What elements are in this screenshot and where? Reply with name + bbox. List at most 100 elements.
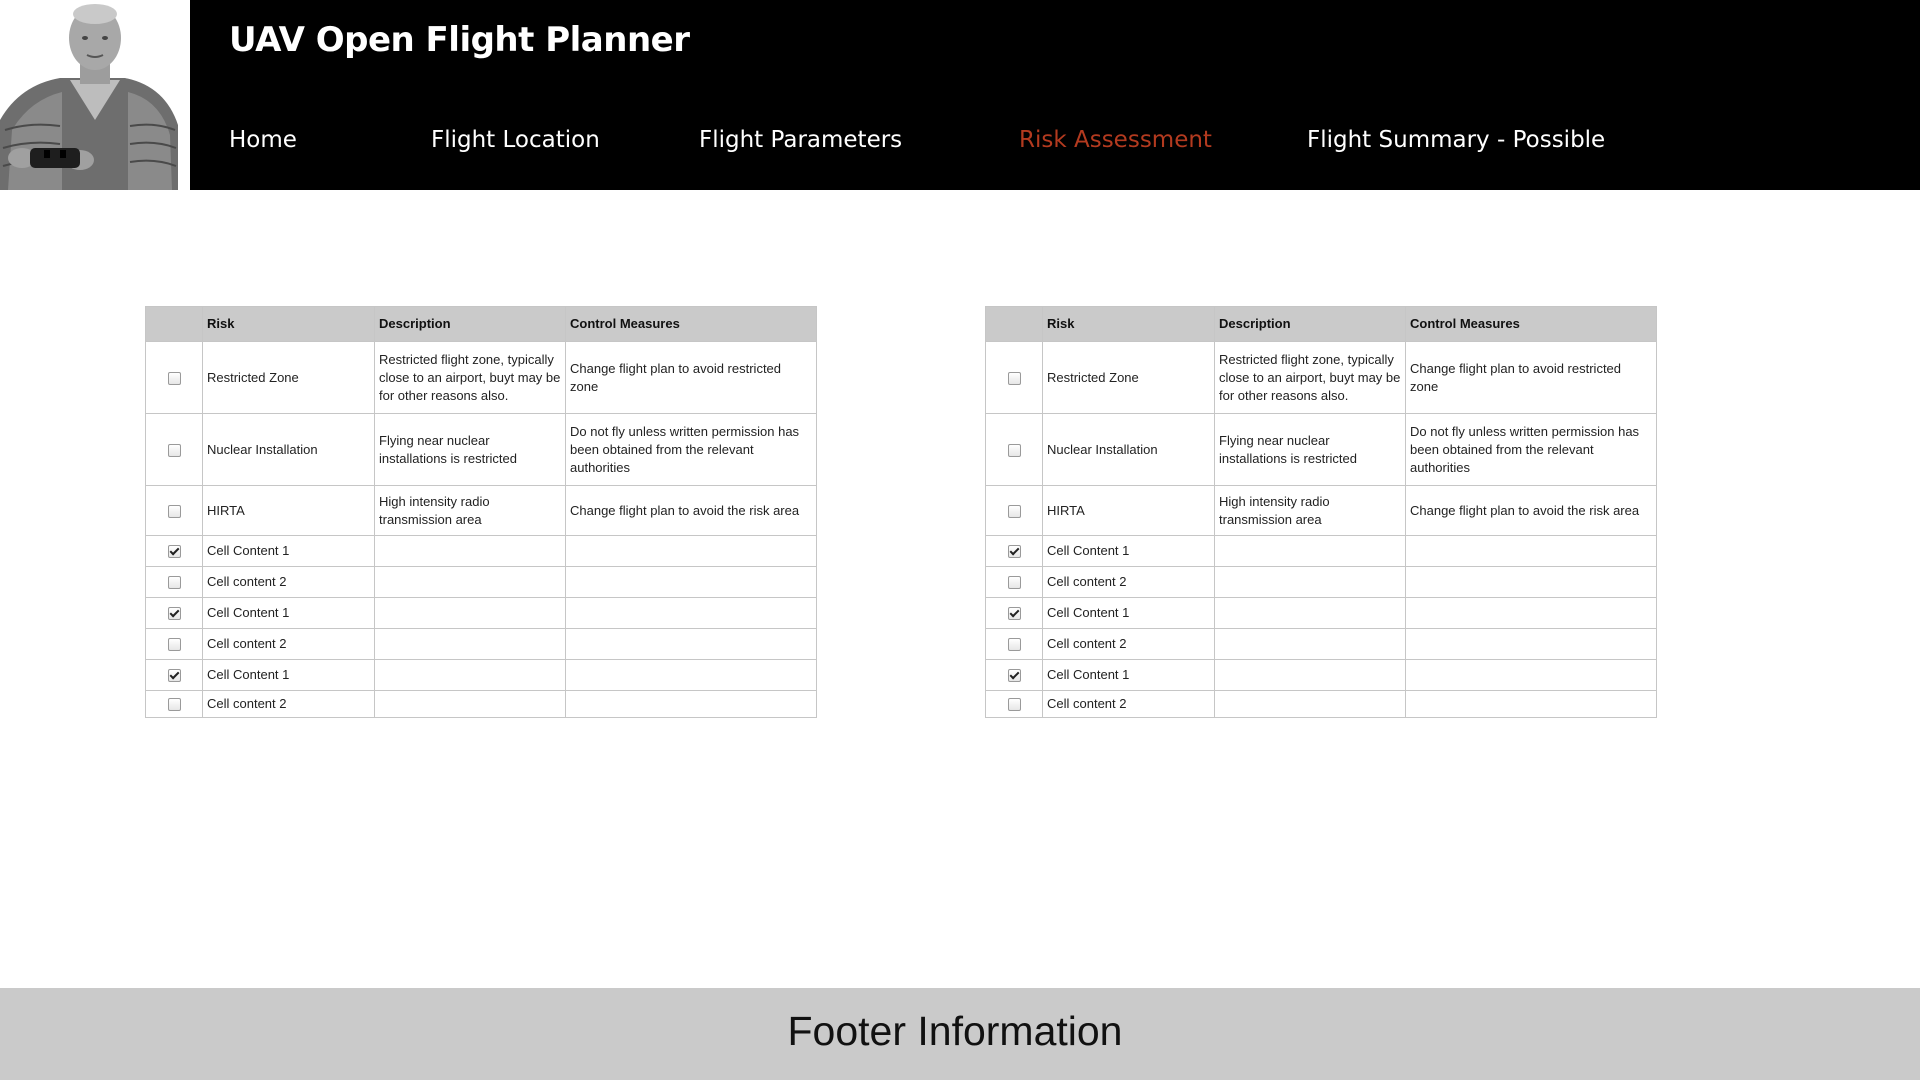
control-measures-cell: Do not fly unless written permission has…: [565, 413, 817, 486]
risk-cell: Cell Content 1: [1042, 659, 1215, 691]
table-row: Cell content 2: [985, 690, 1657, 718]
control-measures-cell: [1405, 659, 1657, 691]
table-row: Cell content 2: [985, 628, 1657, 660]
description-cell: [374, 690, 566, 718]
control-measures-cell: Change flight plan to avoid restricted z…: [1405, 341, 1657, 414]
control-measures-cell: [565, 659, 817, 691]
risk-table-right: Risk Description Control Measures Restri…: [985, 306, 1657, 718]
row-checkbox[interactable]: [167, 371, 181, 385]
risk-cell: Restricted Zone: [202, 341, 375, 414]
table-row: Restricted Zone Restricted flight zone, …: [985, 341, 1657, 414]
description-cell: High intensity radio transmission area: [374, 485, 566, 536]
table-row: HIRTA High intensity radio transmission …: [145, 485, 817, 536]
table-header-row: Risk Description Control Measures: [145, 306, 817, 342]
footer-text: Footer Information: [787, 1008, 1123, 1054]
table-row: Nuclear Installation Flying near nuclear…: [145, 413, 817, 486]
control-measures-column-header: Control Measures: [565, 306, 817, 342]
control-measures-cell: [565, 597, 817, 629]
control-measures-cell: [565, 690, 817, 718]
description-cell: High intensity radio transmission area: [1214, 485, 1406, 536]
nav-home[interactable]: Home: [229, 124, 297, 156]
page: UAV Open Flight Planner Home Flight Loca…: [0, 0, 1920, 1080]
row-checkbox[interactable]: [1007, 576, 1021, 590]
description-cell: [1214, 690, 1406, 718]
select-column-header: [985, 306, 1043, 342]
risk-cell: Nuclear Installation: [202, 413, 375, 486]
description-cell: [1214, 566, 1406, 598]
risk-cell: Cell Content 1: [1042, 535, 1215, 567]
risk-cell: Cell content 2: [202, 628, 375, 660]
control-measures-cell: [1405, 628, 1657, 660]
row-checkbox[interactable]: [167, 669, 181, 683]
row-checkbox[interactable]: [1007, 371, 1021, 385]
description-cell: [1214, 535, 1406, 567]
control-measures-cell: Change flight plan to avoid the risk are…: [565, 485, 817, 536]
table-row: Cell Content 1: [145, 659, 817, 691]
site-header: UAV Open Flight Planner Home Flight Loca…: [0, 0, 1920, 190]
table-row: HIRTA High intensity radio transmission …: [985, 485, 1657, 536]
row-checkbox[interactable]: [1007, 504, 1021, 518]
control-measures-cell: [1405, 597, 1657, 629]
control-measures-cell: [565, 535, 817, 567]
control-measures-cell: [565, 628, 817, 660]
description-cell: [374, 659, 566, 691]
row-checkbox[interactable]: [167, 545, 181, 559]
nav-risk-assessment[interactable]: Risk Assessment: [1019, 124, 1212, 156]
site-title: UAV Open Flight Planner: [229, 20, 690, 60]
table-row: Cell Content 1: [145, 597, 817, 629]
table-row: Cell content 2: [145, 566, 817, 598]
row-checkbox[interactable]: [1007, 545, 1021, 559]
select-column-header: [145, 306, 203, 342]
row-checkbox[interactable]: [167, 576, 181, 590]
risk-cell: Cell content 2: [1042, 690, 1215, 718]
risk-table-left: Risk Description Control Measures Restri…: [145, 306, 817, 718]
risk-cell: Cell content 2: [1042, 628, 1215, 660]
row-checkbox[interactable]: [1007, 638, 1021, 652]
description-cell: [374, 535, 566, 567]
description-cell: Restricted flight zone, typically close …: [374, 341, 566, 414]
table-row: Cell content 2: [145, 690, 817, 718]
row-checkbox[interactable]: [1007, 443, 1021, 457]
description-column-header: Description: [1214, 306, 1406, 342]
description-cell: [374, 566, 566, 598]
description-cell: [1214, 597, 1406, 629]
row-checkbox[interactable]: [167, 698, 181, 712]
row-checkbox[interactable]: [167, 443, 181, 457]
description-cell: [374, 628, 566, 660]
control-measures-cell: [1405, 690, 1657, 718]
risk-cell: Cell Content 1: [1042, 597, 1215, 629]
nav-flight-summary[interactable]: Flight Summary - Possible: [1307, 124, 1605, 156]
row-checkbox[interactable]: [1007, 698, 1021, 712]
risk-cell: Cell Content 1: [202, 597, 375, 629]
description-cell: [374, 597, 566, 629]
control-measures-cell: Change flight plan to avoid the risk are…: [1405, 485, 1657, 536]
row-checkbox[interactable]: [167, 504, 181, 518]
risk-cell: Cell Content 1: [202, 535, 375, 567]
table-row: Cell content 2: [985, 566, 1657, 598]
control-measures-cell: [1405, 566, 1657, 598]
pilot-photo: [0, 0, 190, 190]
description-cell: Flying near nuclear installations is res…: [1214, 413, 1406, 486]
nav-flight-parameters[interactable]: Flight Parameters: [699, 124, 902, 156]
row-checkbox[interactable]: [167, 607, 181, 621]
risk-cell: Cell content 2: [1042, 566, 1215, 598]
risk-cell: Nuclear Installation: [1042, 413, 1215, 486]
risk-cell: Cell content 2: [202, 690, 375, 718]
pilot-photo-image: [0, 0, 190, 190]
row-checkbox[interactable]: [1007, 669, 1021, 683]
row-checkbox[interactable]: [1007, 607, 1021, 621]
description-cell: [1214, 628, 1406, 660]
control-measures-cell: [1405, 535, 1657, 567]
risk-column-header: Risk: [1042, 306, 1215, 342]
control-measures-cell: [565, 566, 817, 598]
control-measures-cell: Do not fly unless written permission has…: [1405, 413, 1657, 486]
table-row: Nuclear Installation Flying near nuclear…: [985, 413, 1657, 486]
row-checkbox[interactable]: [167, 638, 181, 652]
nav-flight-location[interactable]: Flight Location: [431, 124, 600, 156]
site-footer: Footer Information: [0, 988, 1920, 1080]
table-row: Cell Content 1: [985, 597, 1657, 629]
control-measures-column-header: Control Measures: [1405, 306, 1657, 342]
table-row: Cell Content 1: [985, 535, 1657, 567]
risk-cell: Cell content 2: [202, 566, 375, 598]
description-cell: [1214, 659, 1406, 691]
